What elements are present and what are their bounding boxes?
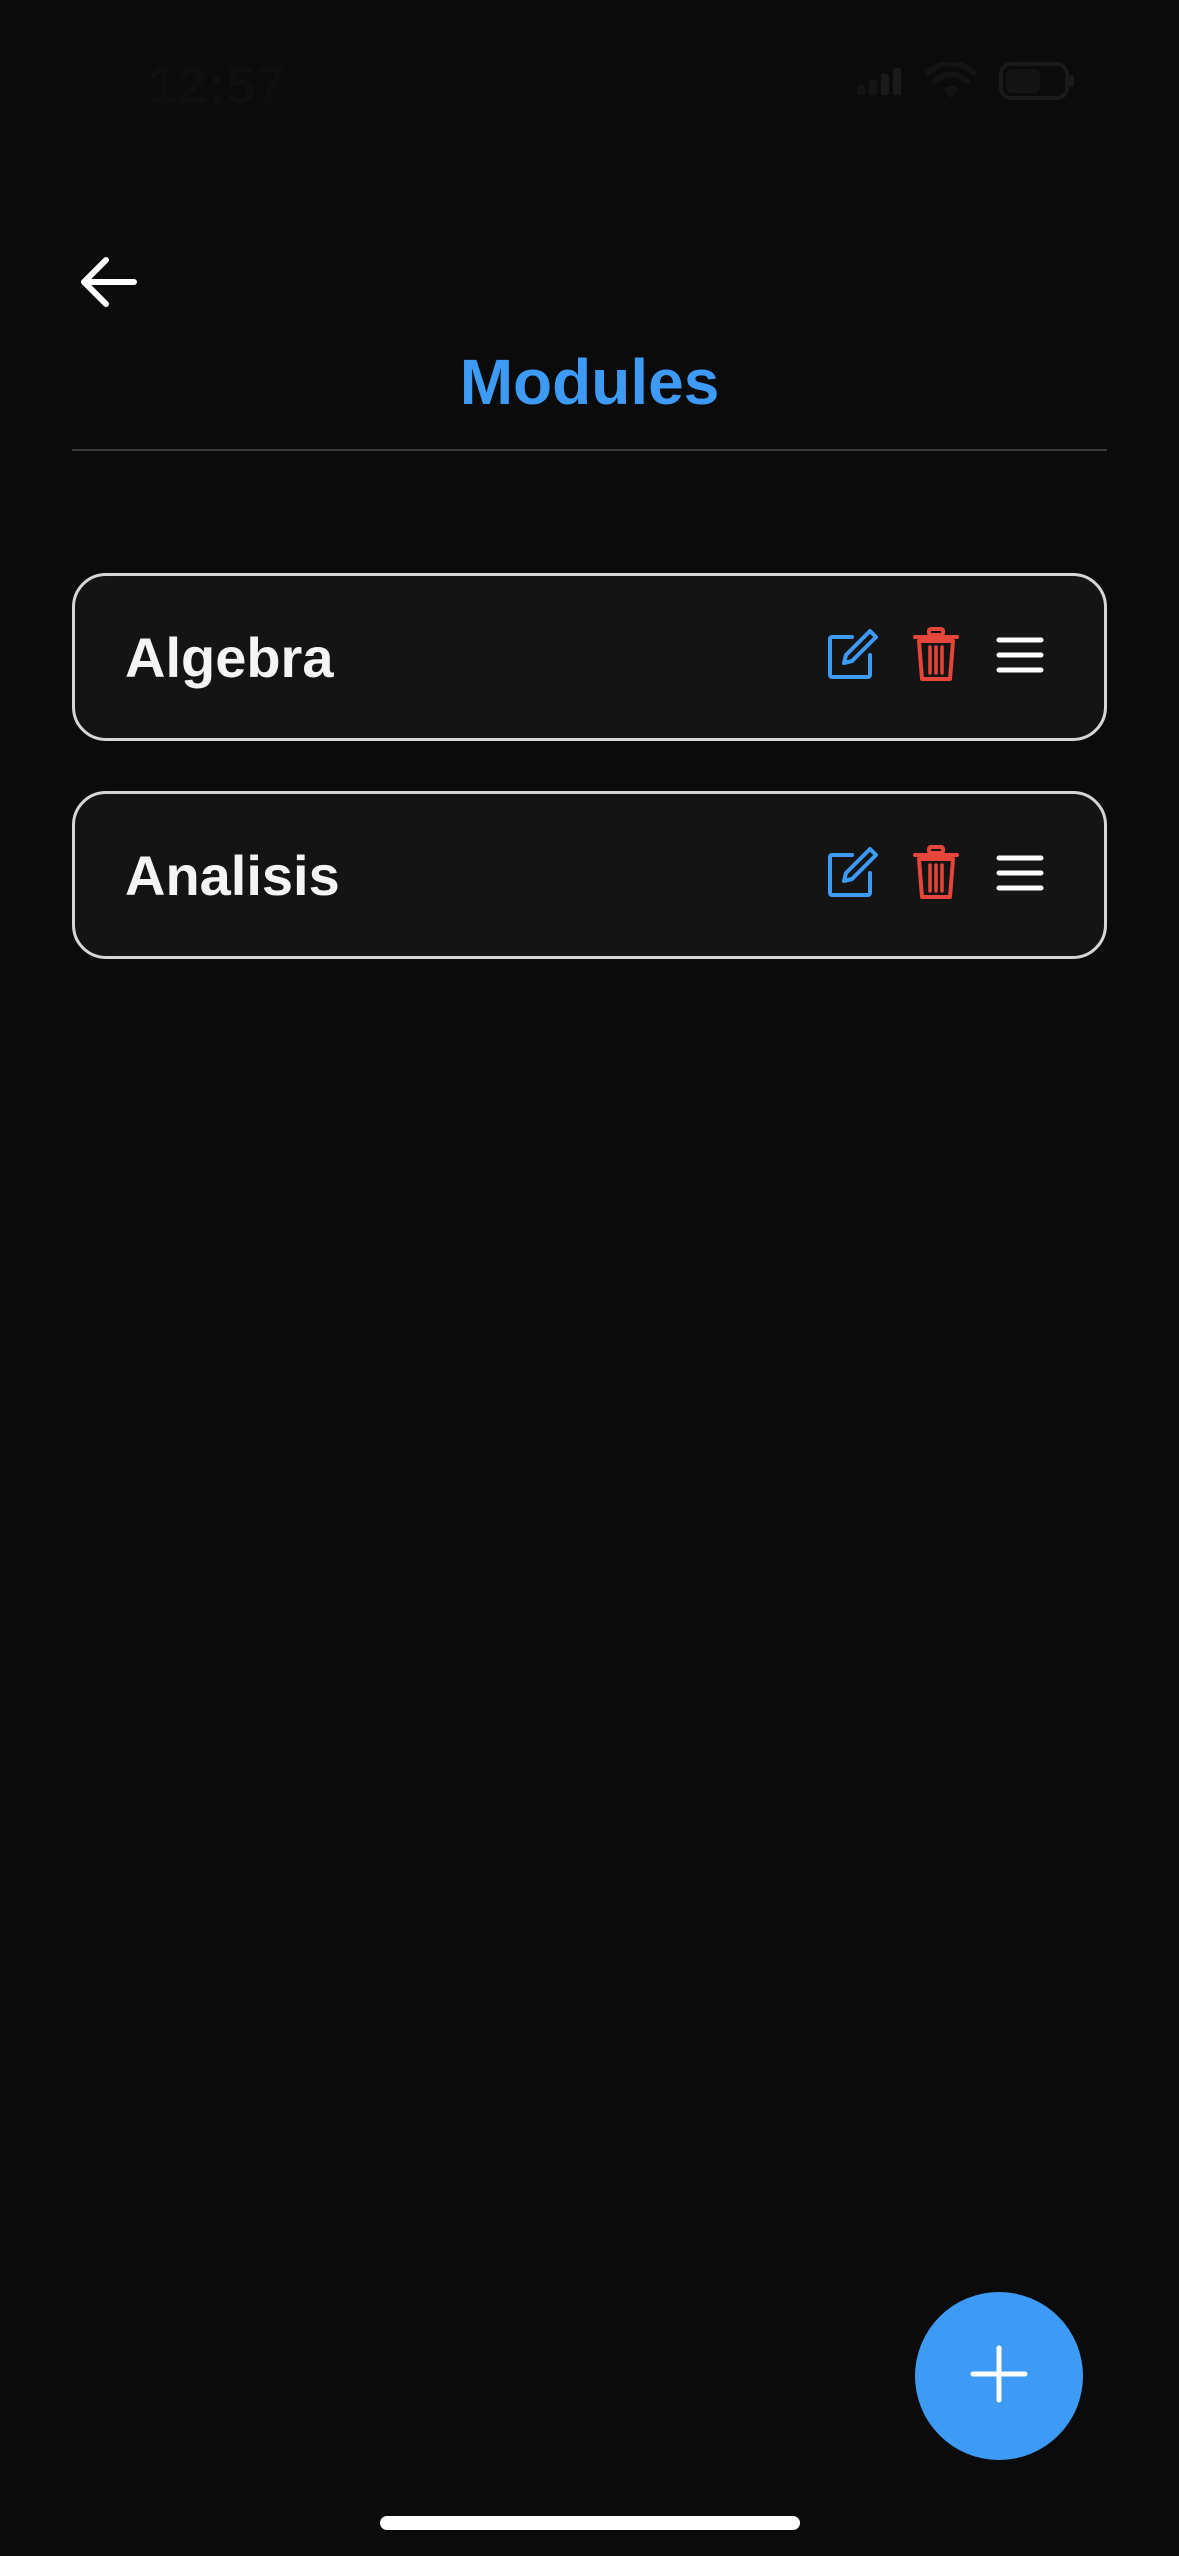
add-module-button[interactable] (915, 2292, 1083, 2460)
edit-button[interactable] (820, 625, 884, 689)
back-button[interactable] (70, 250, 146, 318)
delete-button[interactable] (904, 625, 968, 689)
plus-icon (969, 2344, 1029, 2409)
status-bar: 12:57 (0, 0, 1179, 170)
trash-icon (913, 626, 959, 688)
trash-icon (913, 844, 959, 906)
edit-icon (826, 846, 878, 904)
drag-handle-icon (996, 854, 1044, 897)
battery-icon (999, 62, 1075, 100)
arrow-left-icon (78, 256, 138, 313)
drag-handle-icon (996, 636, 1044, 679)
module-list: Algebra Analisis (72, 573, 1107, 1009)
cellular-signal-icon (857, 67, 903, 95)
edit-button[interactable] (820, 843, 884, 907)
module-item[interactable]: Algebra (72, 573, 1107, 741)
home-indicator[interactable] (380, 2516, 800, 2530)
edit-icon (826, 628, 878, 686)
module-item[interactable]: Analisis (72, 791, 1107, 959)
module-name: Algebra (125, 625, 334, 689)
status-icons (857, 62, 1075, 100)
page-title: Modules (459, 346, 720, 418)
reorder-handle[interactable] (988, 843, 1052, 907)
delete-button[interactable] (904, 843, 968, 907)
header-divider (72, 449, 1107, 451)
module-name: Analisis (125, 843, 340, 907)
status-time: 12:57 (148, 57, 286, 115)
reorder-handle[interactable] (988, 625, 1052, 689)
wifi-icon (925, 62, 977, 100)
